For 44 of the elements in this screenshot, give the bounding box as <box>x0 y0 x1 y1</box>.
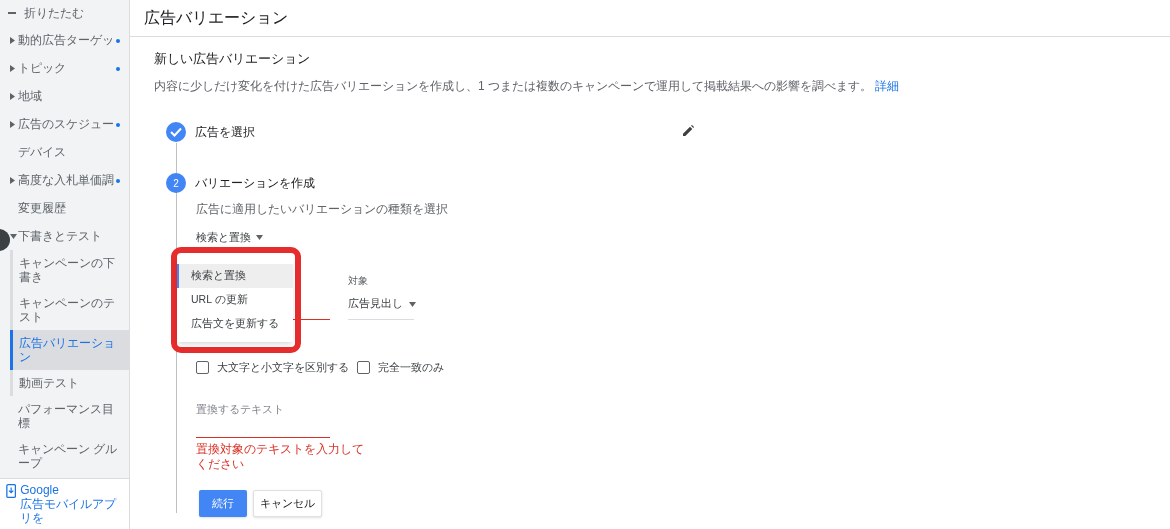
type-dropdown[interactable]: 検索と置換 <box>196 230 263 246</box>
sidebar-item[interactable]: 地域 <box>10 82 129 110</box>
field-hint: 広告に適用したいバリエーションの種類を選択 <box>196 201 449 218</box>
sidebar-item[interactable]: 高度な入札単価調 <box>10 166 129 194</box>
checkbox[interactable] <box>357 361 370 375</box>
target-dropdown[interactable]: 広告見出し <box>348 296 414 320</box>
sidebar-item[interactable]: パフォーマンス目標 <box>10 396 129 436</box>
error-message: 置換対象のテキストを入力してください <box>196 441 365 472</box>
menu-item[interactable]: URL の更新 <box>177 288 293 312</box>
field-label: 対象 <box>348 274 369 289</box>
step-title: バリエーションを作成 <box>195 175 315 192</box>
edit-icon[interactable] <box>683 125 694 136</box>
sidebar-item[interactable]: 変更履歴 <box>10 194 129 222</box>
replace-text-field[interactable]: 置換するテキスト <box>196 401 330 438</box>
promo-text: 広告モバイルアプリを <box>20 497 118 525</box>
sidebar-item[interactable]: デバイス <box>10 138 129 166</box>
sidebar-item[interactable]: トピック <box>10 54 129 82</box>
checkbox[interactable] <box>196 361 209 375</box>
sidebar-item[interactable]: 動画テスト <box>10 370 129 396</box>
continue-button[interactable]: 続行 <box>199 489 247 517</box>
caret-down-icon <box>409 301 416 307</box>
sidebar-item[interactable]: 下書きとテスト <box>10 222 129 250</box>
menu-item[interactable]: 検索と置換 <box>177 264 293 288</box>
sidebar-item[interactable]: キャンペーン グループ <box>10 436 129 476</box>
promo-banner[interactable]: Google 広告モバイルアプリを <box>0 478 129 529</box>
menu-item[interactable]: 広告文を更新する <box>177 312 293 336</box>
caret-down-icon <box>256 235 263 241</box>
sidebar-item[interactable]: 動的広告ターゲッ <box>10 26 129 54</box>
section-title: 新しい広告バリエーション <box>154 50 311 68</box>
sidebar-item[interactable]: キャンペーンのテスト <box>10 290 129 330</box>
step-title: 広告を選択 <box>195 124 255 141</box>
learn-more-link[interactable]: 詳細 <box>875 79 900 93</box>
collapse-link[interactable]: 折りたたむ <box>24 4 84 22</box>
sidebar-item[interactable]: 広告バリエーション <box>10 330 129 370</box>
sidebar-item[interactable]: 広告のスケジュー <box>10 110 129 138</box>
checkbox-label: 完全一致のみ <box>378 360 444 375</box>
sidebar-item[interactable]: キャンペーンの下書き <box>10 250 129 290</box>
checkbox-label: 大文字と小文字を区別する <box>217 360 349 375</box>
page-title: 広告バリエーション <box>144 8 288 28</box>
phone-icon <box>6 483 17 499</box>
step-number: 2 <box>166 173 186 193</box>
description-text: 内容に少しだけ変化を付けた広告バリエーションを作成し、1 つまたは複数のキャンペーンで運用して掲載結果への影響を調べます。 <box>154 79 872 93</box>
cancel-button[interactable]: キャンセル <box>253 489 322 517</box>
promo-title: Google <box>20 483 60 497</box>
